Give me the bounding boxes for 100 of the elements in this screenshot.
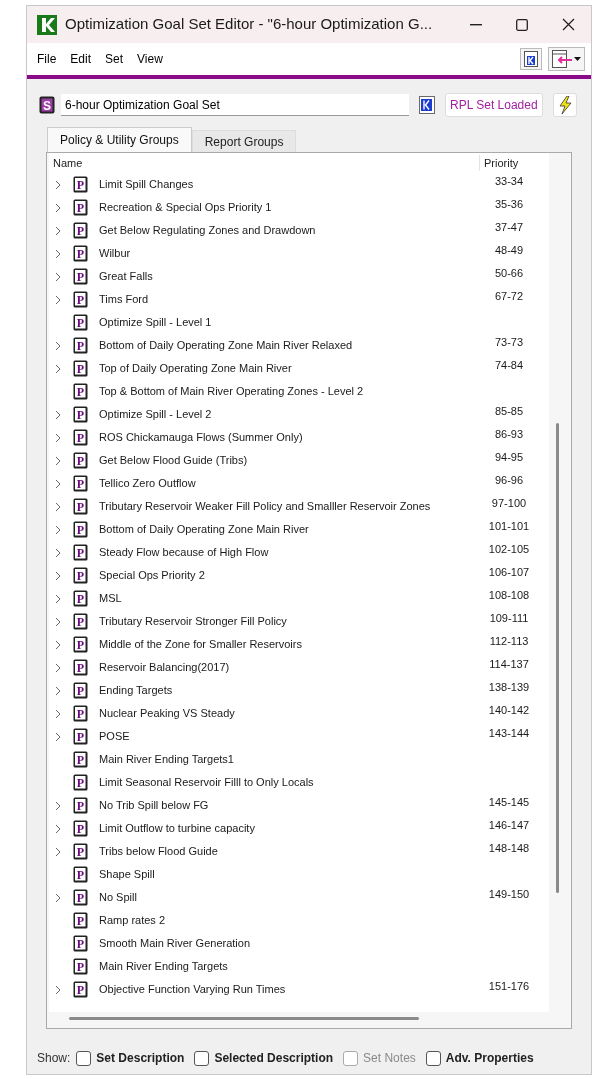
group-name[interactable]: Reservoir Balancing(2017)	[99, 659, 477, 676]
tab[interactable]: Policy & Utility Groups	[47, 127, 192, 152]
window-arrow-icon	[552, 50, 572, 68]
chevron-icon[interactable]	[55, 409, 61, 420]
column-header[interactable]: Priority	[479, 154, 543, 172]
group-name[interactable]: Steady Flow because of High Flow	[99, 544, 477, 561]
group-name[interactable]: Nuclear Peaking VS Steady	[99, 705, 477, 722]
group-name[interactable]: Tributary Reservoir Stronger Fill Policy	[99, 613, 477, 630]
priority-cell-text: 106-107	[487, 565, 531, 581]
group-name[interactable]: Great Falls	[99, 268, 477, 285]
group-name[interactable]: Tribs below Flood Guide	[99, 843, 477, 860]
group-name[interactable]: Recreation & Special Ops Priority 1	[99, 199, 477, 216]
priority-cell-text: 102-105	[487, 542, 531, 558]
group-name[interactable]: Tellico Zero Outflow	[99, 475, 477, 492]
menu-item[interactable]: View	[137, 50, 163, 68]
chevron-icon[interactable]	[55, 340, 61, 351]
group-name[interactable]: Main River Ending Targets1	[99, 751, 477, 768]
priority-cell-text: 151-176	[487, 979, 531, 995]
chevron-icon[interactable]	[55, 639, 61, 650]
chevron-icon[interactable]	[55, 662, 61, 673]
group-name[interactable]: Shape Spill	[99, 866, 477, 883]
menu-item[interactable]: Edit	[70, 50, 92, 68]
group-name[interactable]: Top of Daily Operating Zone Main River	[99, 360, 477, 377]
group-name[interactable]: Tributary Reservoir Weaker Fill Policy and Smalller Reservoir Zones	[99, 498, 477, 515]
priority-cell-text: 149-150	[487, 887, 531, 903]
chevron-icon[interactable]	[55, 248, 61, 259]
group-name[interactable]: Limit Seasonal Reservoir Filll to Only Locals	[99, 774, 477, 791]
chevron-icon[interactable]	[55, 179, 61, 190]
window-title: Optimization Goal Set Editor - "6-hour Optimization G...	[65, 14, 433, 35]
group-name[interactable]: Ramp rates 2	[99, 912, 477, 929]
group-name[interactable]: Smooth Main River Generation	[99, 935, 477, 952]
status-label: RPL Set Loaded	[445, 93, 543, 117]
chevron-icon[interactable]	[55, 731, 61, 742]
group-name[interactable]: Optimize Spill - Level 1	[99, 314, 477, 331]
group-name[interactable]: Tims Ford	[99, 291, 477, 308]
chevron-icon[interactable]	[55, 846, 61, 857]
group-name[interactable]: No Trib Spill below FG	[99, 797, 477, 814]
group-name[interactable]: Top & Bottom of Main River Operating Zones - Level 2	[99, 383, 477, 400]
priority-cell-text: 101-101	[487, 519, 531, 535]
group-name[interactable]: Limit Spill Changes	[99, 176, 477, 193]
minimize-icon	[470, 23, 482, 26]
chevron-icon[interactable]	[55, 294, 61, 305]
set-name-field[interactable]: 6-hour Optimization Goal Set	[61, 94, 409, 116]
chevron-icon[interactable]	[55, 202, 61, 213]
chevron-icon[interactable]	[55, 547, 61, 558]
chevron-icon[interactable]	[55, 593, 61, 604]
group-name[interactable]: Main River Ending Targets	[99, 958, 477, 975]
checkbox-label: Set Notes	[363, 1050, 416, 1067]
chevron-icon[interactable]	[55, 225, 61, 236]
group-name[interactable]: Wilbur	[99, 245, 477, 262]
group-name[interactable]: Special Ops Priority 2	[99, 567, 477, 584]
checkbox-label: Selected Description	[214, 1050, 334, 1067]
group-name[interactable]: Bottom of Daily Operating Zone Main River Relaxed	[99, 337, 477, 354]
chevron-icon[interactable]	[55, 455, 61, 466]
priority-cell-text: 86-93	[493, 427, 525, 443]
checkbox[interactable]	[194, 1050, 210, 1066]
chevron-icon[interactable]	[55, 708, 61, 719]
show-label: Show:	[37, 1050, 71, 1067]
group-name[interactable]: Objective Function Varying Run Times	[99, 981, 477, 998]
priority-cell-text: 37-47	[493, 220, 525, 236]
column-header[interactable]: Name	[47, 154, 479, 172]
group-name[interactable]: Get Below Flood Guide (Tribs)	[99, 452, 477, 469]
priority-cell-text: 148-148	[487, 841, 531, 857]
chevron-icon[interactable]	[55, 800, 61, 811]
group-name[interactable]: Limit Outflow to turbine capacity	[99, 820, 477, 837]
group-name[interactable]: Ending Targets	[99, 682, 477, 699]
chevron-icon[interactable]	[55, 363, 61, 374]
tab[interactable]: Report Groups	[191, 130, 297, 152]
window-dropdown-button[interactable]	[548, 47, 585, 71]
group-name[interactable]: Middle of the Zone for Smaller Reservoirs	[99, 636, 477, 653]
menu-item[interactable]: File	[37, 50, 57, 68]
checkbox[interactable]	[76, 1050, 92, 1066]
group-name[interactable]: MSL	[99, 590, 477, 607]
close-icon	[561, 18, 575, 31]
priority-cell-text: 112-113	[488, 634, 530, 650]
chevron-icon[interactable]	[55, 432, 61, 443]
priority-cell-text: 108-108	[487, 588, 531, 604]
vertical-scrollbar[interactable]	[556, 423, 559, 893]
chevron-icon[interactable]	[55, 478, 61, 489]
menu-item[interactable]: Set	[105, 50, 124, 68]
chevron-icon[interactable]	[55, 823, 61, 834]
checkbox[interactable]	[425, 1050, 441, 1066]
group-name[interactable]: No Spill	[99, 889, 477, 906]
group-name[interactable]: Get Below Regulating Zones and Drawdown	[99, 222, 477, 239]
run-button[interactable]	[552, 93, 577, 117]
app-logo-icon	[37, 14, 57, 35]
group-name[interactable]: Optimize Spill - Level 2	[99, 406, 477, 423]
chevron-icon[interactable]	[55, 501, 61, 512]
chevron-icon[interactable]	[55, 616, 61, 627]
chevron-icon[interactable]	[55, 984, 61, 995]
group-name[interactable]: Bottom of Daily Operating Zone Main River	[99, 521, 477, 538]
chevron-icon[interactable]	[55, 570, 61, 581]
chevron-icon[interactable]	[55, 685, 61, 696]
group-name[interactable]: POSE	[99, 728, 477, 745]
rpl-toolbar-button[interactable]	[520, 48, 542, 70]
horizontal-scrollbar[interactable]	[69, 1017, 419, 1020]
chevron-icon[interactable]	[55, 524, 61, 535]
chevron-icon[interactable]	[55, 271, 61, 282]
group-name[interactable]: ROS Chickamauga Flows (Summer Only)	[99, 429, 477, 446]
chevron-icon[interactable]	[55, 892, 61, 903]
